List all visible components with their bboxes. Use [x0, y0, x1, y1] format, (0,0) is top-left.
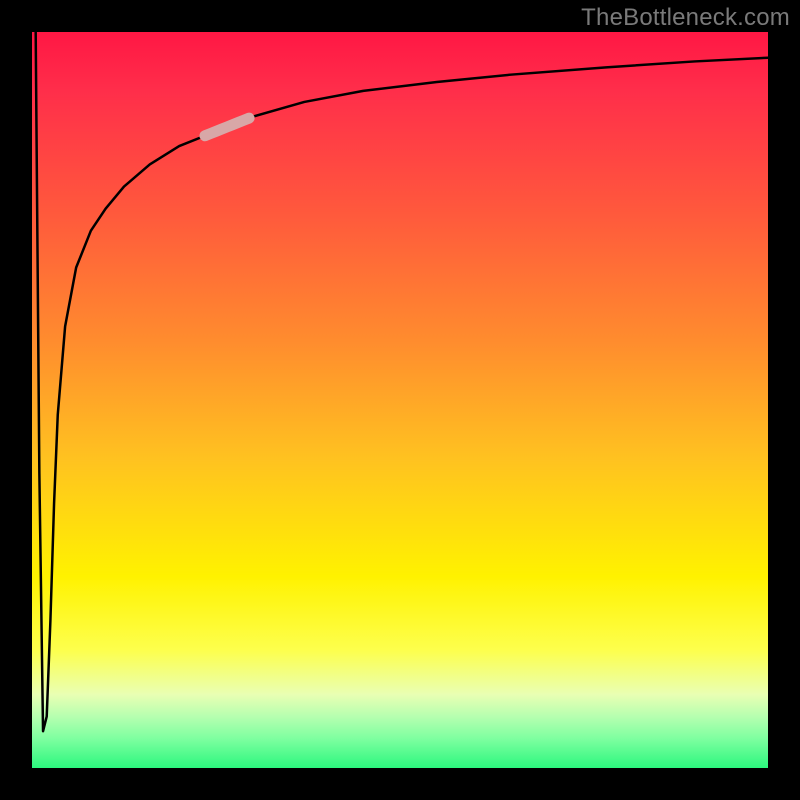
highlight-segment	[205, 118, 249, 136]
watermark-text: TheBottleneck.com	[581, 4, 790, 32]
bottleneck-curve-path	[36, 32, 768, 731]
curve-layer	[32, 32, 768, 768]
chart-frame: TheBottleneck.com	[0, 0, 800, 800]
gradient-plot-area	[32, 32, 768, 768]
